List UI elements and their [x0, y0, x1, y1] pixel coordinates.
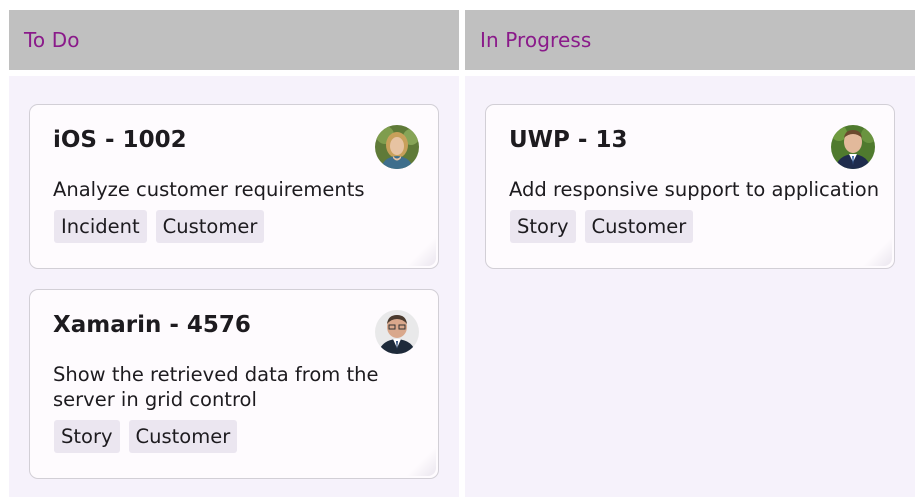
column-body: iOS - 1002 Analyze customer requirements…: [9, 76, 459, 497]
column-to-do: To Do iOS - 1002 Analyze customer requir…: [9, 10, 459, 497]
card-description: Analyze customer requirements: [53, 178, 365, 201]
tag: Customer: [584, 210, 694, 243]
tag: Story: [510, 210, 576, 243]
card-title: iOS - 1002: [53, 127, 187, 153]
resize-corner: [406, 236, 436, 266]
card-title: Xamarin - 4576: [53, 312, 251, 338]
tag-list: Story Customer: [54, 420, 238, 453]
resize-corner: [862, 236, 892, 266]
column-header[interactable]: In Progress: [465, 10, 915, 70]
column-title: To Do: [24, 28, 80, 52]
resize-corner: [406, 446, 436, 476]
kanban-card[interactable]: UWP - 13 Add responsive support to appli…: [485, 104, 895, 269]
card-description: Add responsive support to application: [509, 178, 880, 201]
avatar-icon: [375, 310, 419, 354]
avatar-icon: [831, 125, 875, 169]
tag: Story: [54, 420, 120, 453]
column-header[interactable]: To Do: [9, 10, 459, 70]
tag: Customer: [155, 210, 265, 243]
kanban-board: To Do iOS - 1002 Analyze customer requir…: [0, 0, 921, 497]
kanban-card[interactable]: Xamarin - 4576 Show the retrieved data f…: [29, 289, 439, 479]
tag-list: Incident Customer: [54, 210, 265, 243]
tag-list: Story Customer: [510, 210, 694, 243]
card-description: Show the retrieved data from the server …: [53, 363, 379, 411]
kanban-card[interactable]: iOS - 1002 Analyze customer requirements…: [29, 104, 439, 269]
column-body: UWP - 13 Add responsive support to appli…: [465, 76, 915, 497]
column-in-progress: In Progress UWP - 13 Add responsive supp…: [465, 10, 915, 497]
tag: Customer: [128, 420, 238, 453]
column-title: In Progress: [480, 28, 592, 52]
avatar-icon: [375, 125, 419, 169]
card-title: UWP - 13: [509, 127, 628, 153]
tag: Incident: [54, 210, 147, 243]
